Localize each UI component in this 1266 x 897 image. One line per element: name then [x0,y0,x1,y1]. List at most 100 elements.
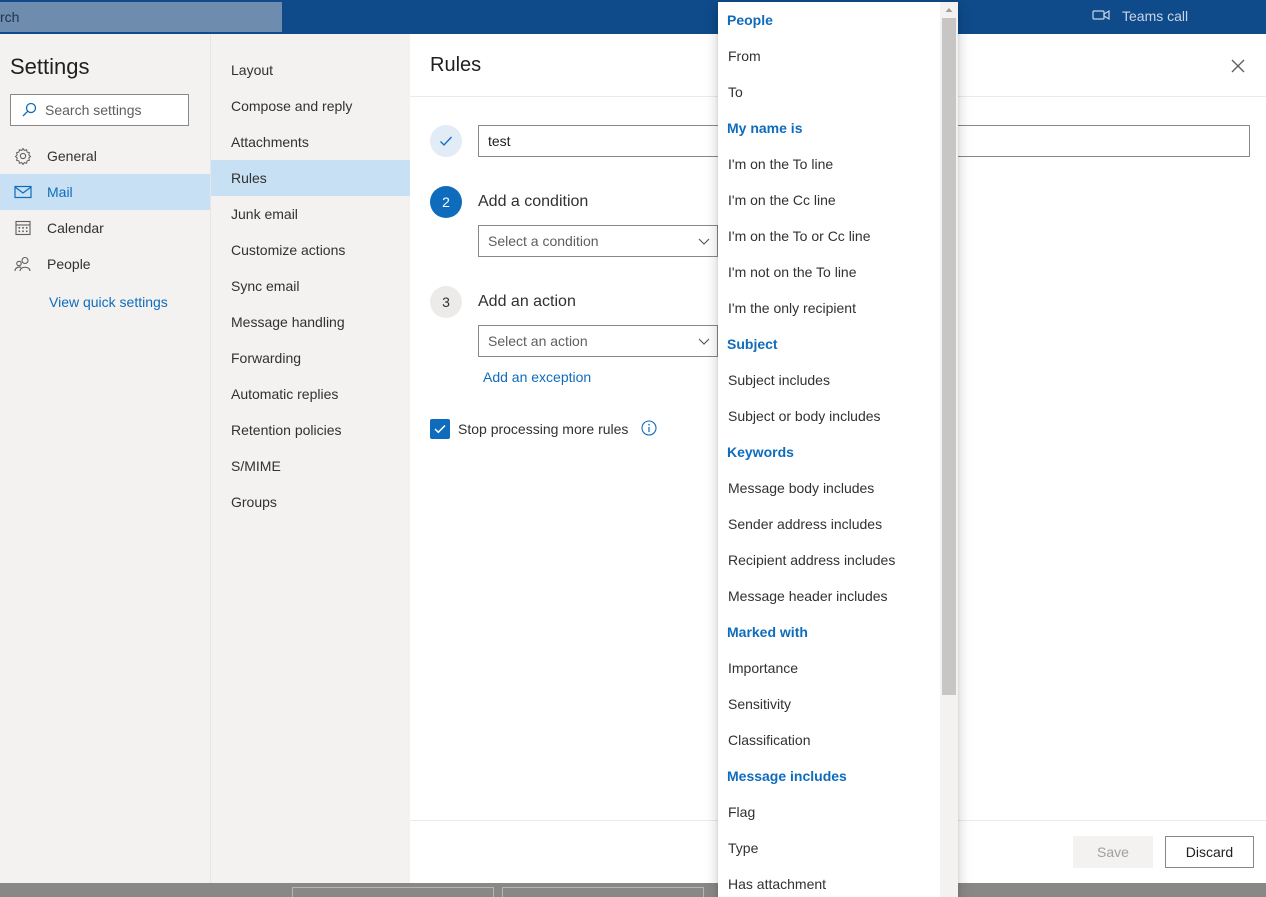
chevron-down-icon [698,238,710,245]
menu-option[interactable]: Subject includes [718,362,940,398]
add-condition-label: Add a condition [478,193,589,210]
mail-nav-item-label: S/MIME [231,458,281,474]
menu-option[interactable]: I'm on the To or Cc line [718,218,940,254]
add-action-label: Add an action [478,293,576,310]
menu-option[interactable]: Message header includes [718,578,940,614]
menu-option[interactable]: I'm on the To line [718,146,940,182]
search-settings-placeholder: Search settings [45,102,142,118]
mail-nav-item-label: Attachments [231,134,309,150]
menu-option[interactable]: To [718,74,940,110]
menu-option[interactable]: Recipient address includes [718,542,940,578]
mail-nav-item-compose-and-reply[interactable]: Compose and reply [211,88,410,124]
mail-nav-item-junk-email[interactable]: Junk email [211,196,410,232]
menu-option[interactable]: From [718,38,940,74]
teams-call-label: Teams call [1122,8,1189,24]
menu-option[interactable]: I'm the only recipient [718,290,940,326]
app-search-text: rch [0,9,20,25]
menu-option[interactable]: Subject or body includes [718,398,940,434]
settings-category-list: General Mail Calendar People [0,138,210,282]
mail-settings-nav: Layout Compose and reply Attachments Rules J… [210,34,410,883]
close-button[interactable] [1226,54,1250,78]
add-exception-link[interactable]: Add an exception [483,369,591,385]
condition-dropdown[interactable]: Select a condition [478,225,718,257]
scrollbar-thumb[interactable] [942,18,956,695]
mail-nav-item-groups[interactable]: Groups [211,484,410,520]
search-settings-input[interactable]: Search settings [10,94,189,126]
category-label: General [47,148,97,164]
menu-option[interactable]: Type [718,830,940,866]
stop-processing-checkbox[interactable] [430,419,450,439]
page-title: Rules [430,54,482,76]
mail-icon [14,183,32,201]
mail-nav-item-label: Message handling [231,314,345,330]
category-label: Mail [47,184,73,200]
step-number-2: 2 [430,186,462,218]
menu-option[interactable]: Message body includes [718,470,940,506]
background-tab [292,887,494,897]
background-strip [0,883,1266,897]
category-label: People [47,256,91,272]
category-mail[interactable]: Mail [0,174,210,210]
mail-nav-item-attachments[interactable]: Attachments [211,124,410,160]
checkmark-icon [434,424,446,434]
video-camera-icon [1092,8,1110,24]
menu-option[interactable]: I'm on the Cc line [718,182,940,218]
category-label: Calendar [47,220,104,236]
mail-nav-item-label: Automatic replies [231,386,339,402]
mail-nav-item-label: Junk email [231,206,298,222]
mail-nav-item-label: Compose and reply [231,98,353,114]
category-people[interactable]: People [0,246,210,282]
mail-nav-item-label: Retention policies [231,422,342,438]
teams-call-button[interactable]: Teams call [1092,8,1188,24]
scroll-up-arrow[interactable] [942,4,956,16]
menu-option[interactable]: I'm not on the To line [718,254,940,290]
mail-nav-item-automatic-replies[interactable]: Automatic replies [211,376,410,412]
stop-processing-label: Stop processing more rules [458,421,629,437]
menu-option[interactable]: Importance [718,650,940,686]
menu-option[interactable]: Sender address includes [718,506,940,542]
condition-dropdown-placeholder: Select a condition [488,233,599,249]
view-quick-settings-link[interactable]: View quick settings [49,294,168,310]
app-top-bar: rch Teams call [0,0,1266,34]
condition-options-menu: People From To My name is I'm on the To line… [718,2,958,897]
menu-group-header: Message includes [727,768,847,784]
mail-nav-item-customize-actions[interactable]: Customize actions [211,232,410,268]
category-calendar[interactable]: Calendar [0,210,210,246]
menu-group-header: My name is [727,120,803,136]
settings-categories-pane: Settings Search settings General Mail Ca… [0,34,210,883]
calendar-icon [14,219,32,237]
search-icon [22,102,37,117]
action-dropdown-placeholder: Select an action [488,333,588,349]
menu-option[interactable]: Sensitivity [718,686,940,722]
mail-settings-list: Layout Compose and reply Attachments Rules J… [211,52,410,520]
action-dropdown[interactable]: Select an action [478,325,718,357]
menu-group-header: Keywords [727,444,794,460]
menu-option[interactable]: Has attachment [718,866,940,897]
mail-nav-item-s-mime[interactable]: S/MIME [211,448,410,484]
step-complete-indicator [430,125,462,157]
category-general[interactable]: General [0,138,210,174]
settings-dialog: Settings Search settings General Mail Ca… [0,34,1266,883]
mail-nav-item-message-handling[interactable]: Message handling [211,304,410,340]
mail-nav-item-forwarding[interactable]: Forwarding [211,340,410,376]
close-icon [1231,59,1245,73]
menu-group-header: People [727,12,773,28]
chevron-down-icon [698,338,710,345]
app-search-box[interactable]: rch [0,2,282,32]
mail-nav-item-rules[interactable]: Rules [211,160,410,196]
discard-button[interactable]: Discard [1165,836,1254,868]
mail-nav-item-layout[interactable]: Layout [211,52,410,88]
gear-icon [14,147,32,165]
mail-nav-item-sync-email[interactable]: Sync email [211,268,410,304]
save-button[interactable]: Save [1073,836,1153,868]
step-number-3: 3 [430,286,462,318]
mail-nav-item-retention-policies[interactable]: Retention policies [211,412,410,448]
background-tab [502,887,704,897]
info-icon[interactable] [641,420,657,441]
mail-nav-item-label: Layout [231,62,274,78]
condition-options-list: People From To My name is I'm on the To line… [718,2,940,897]
mail-nav-item-label: Groups [231,494,277,510]
chevron-up-icon [945,8,953,12]
menu-option[interactable]: Classification [718,722,940,758]
menu-option[interactable]: Flag [718,794,940,830]
